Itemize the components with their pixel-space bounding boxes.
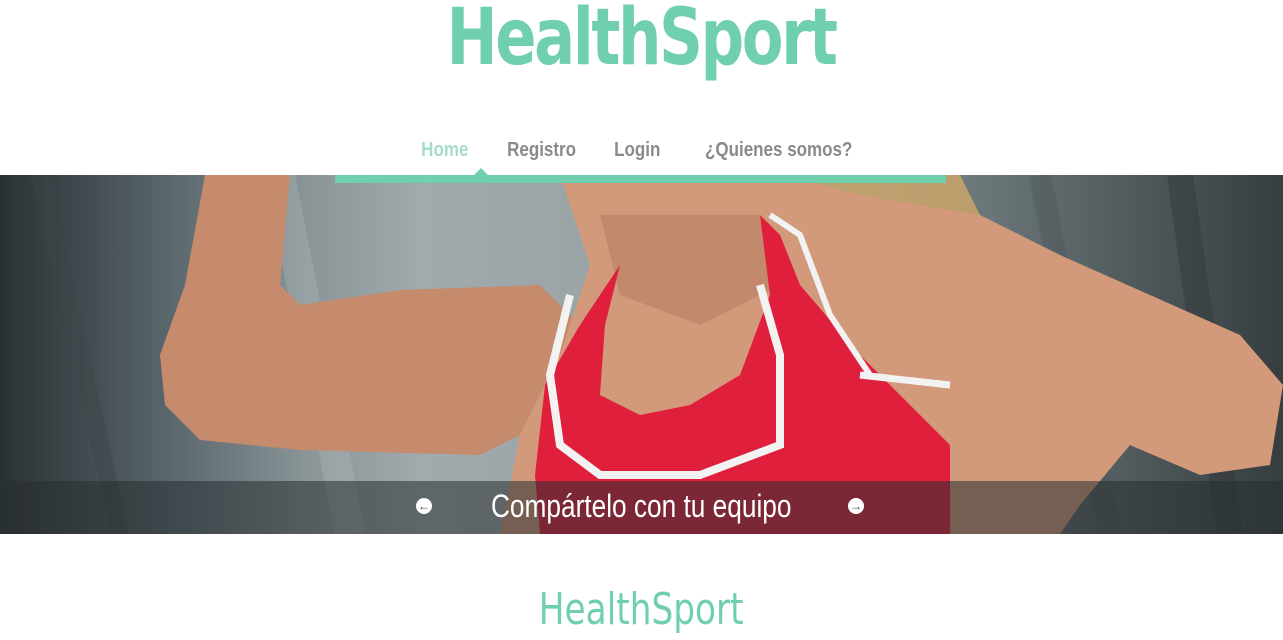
nav-home[interactable]: Home xyxy=(421,135,468,165)
slider-caption-bar: ← Compártelo con tu equipo → xyxy=(0,481,1283,534)
hero-slider: ← Compártelo con tu equipo → xyxy=(0,175,1283,534)
nav-registro[interactable]: Registro xyxy=(507,135,576,165)
nav-underline-bar xyxy=(335,175,946,183)
active-nav-indicator xyxy=(474,168,488,175)
slider-caption: Compártelo con tu equipo xyxy=(490,488,792,524)
arrow-right-circle-icon[interactable]: → xyxy=(848,498,864,514)
nav-login[interactable]: Login xyxy=(614,135,660,165)
nav-quienes-somos[interactable]: ¿Quienes somos? xyxy=(705,135,852,165)
section-heading: HealthSport xyxy=(538,584,744,635)
site-logo[interactable]: HealthSport xyxy=(141,0,1142,88)
main-nav: Home Registro Login ¿Quienes somos? xyxy=(0,135,1283,165)
